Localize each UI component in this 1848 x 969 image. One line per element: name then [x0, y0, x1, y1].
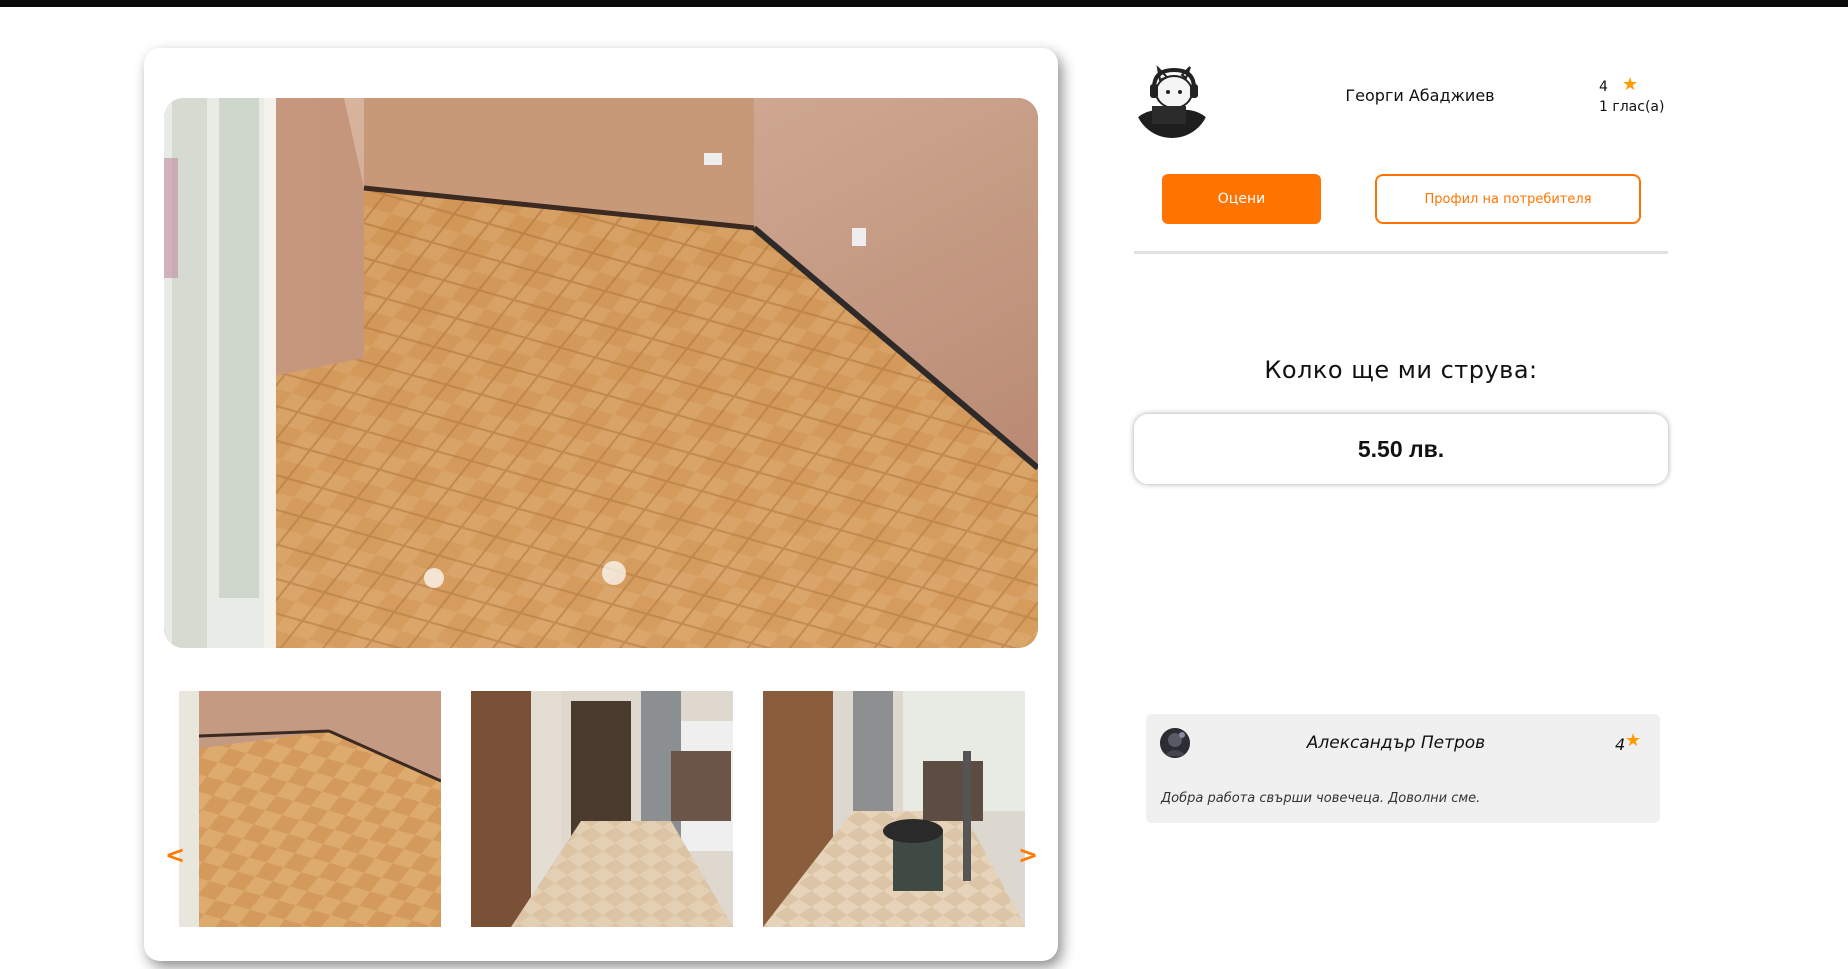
price-heading: Колко ще ми струва:	[1264, 356, 1538, 384]
star-icon: ★	[1625, 730, 1642, 751]
reviewer-name: Александър Петров	[1306, 733, 1486, 753]
thumbnail-2[interactable]	[471, 691, 733, 927]
review-text: Добра работа свърши човечеца. Доволни см…	[1161, 791, 1481, 806]
price-box: 5.50 лв.	[1134, 414, 1668, 484]
star-icon: ★	[1622, 74, 1639, 95]
main-photo[interactable]	[164, 98, 1038, 648]
thumbnail-3[interactable]	[763, 691, 1025, 927]
top-bar	[0, 0, 1848, 7]
gallery-next-arrow[interactable]: >	[1018, 843, 1038, 867]
user-votes-count: 1 глас(а)	[1599, 99, 1665, 115]
thumbnail-1[interactable]	[179, 691, 441, 927]
gallery-prev-arrow[interactable]: <	[165, 843, 185, 867]
thumbnail-strip	[179, 691, 1025, 927]
rate-button[interactable]: Оцени	[1162, 174, 1321, 224]
user-name: Георги Абаджиев	[1345, 86, 1495, 105]
reviewer-avatar[interactable]	[1160, 728, 1190, 758]
user-rating-value: 4	[1599, 79, 1608, 95]
gallery-card: < >	[144, 48, 1058, 961]
user-profile-button[interactable]: Профил на потребителя	[1375, 174, 1641, 224]
divider	[1134, 251, 1668, 254]
review-card: Александър Петров 4 ★ Добра работа свърш…	[1146, 714, 1660, 823]
price-value: 5.50 лв.	[1357, 435, 1445, 462]
user-avatar[interactable]	[1134, 62, 1210, 138]
review-score: 4	[1615, 735, 1626, 754]
